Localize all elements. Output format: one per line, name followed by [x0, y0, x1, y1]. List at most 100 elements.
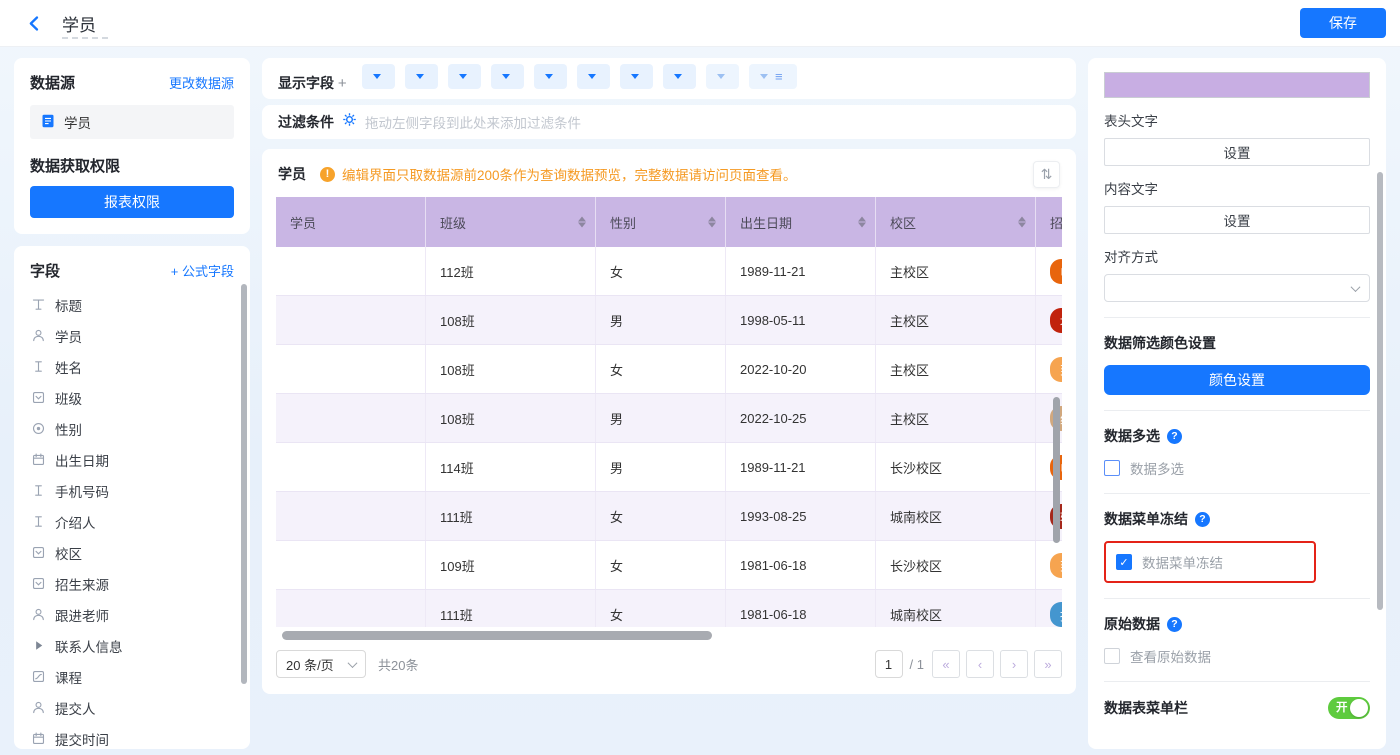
- display-field-tag[interactable]: 出生日期: [491, 64, 524, 89]
- header-text-settings-button[interactable]: 设置: [1104, 138, 1370, 166]
- style-sidebar: 表头文字 设置 内容文字 设置 对齐方式 数据筛选颜色设置 颜色设置 数据多选 …: [1088, 58, 1386, 749]
- table-cell: 男: [596, 296, 726, 344]
- menu-freeze-checkbox[interactable]: ✓ 数据菜单冻结: [1116, 552, 1304, 572]
- multi-select-checkbox[interactable]: 数据多选: [1104, 458, 1370, 478]
- sort-icon[interactable]: [1018, 217, 1026, 228]
- help-icon[interactable]: ?: [1167, 617, 1182, 632]
- table-cell: 城南校区: [876, 492, 1036, 540]
- alignment-select[interactable]: [1104, 274, 1370, 302]
- back-button[interactable]: [26, 13, 46, 33]
- column-header[interactable]: 班级: [426, 197, 596, 247]
- sort-order-button[interactable]: ⇅: [1033, 161, 1060, 188]
- table-cell: 到校: [1036, 345, 1062, 393]
- column-header[interactable]: 出生日期: [726, 197, 876, 247]
- gear-icon[interactable]: [342, 112, 357, 132]
- field-item[interactable]: 课程: [30, 661, 234, 692]
- change-datasource-link[interactable]: 更改数据源: [169, 73, 234, 92]
- divider: [1104, 410, 1370, 411]
- table-cell: 女: [596, 492, 726, 540]
- highlight-annotation: ✓ 数据菜单冻结: [1104, 541, 1316, 583]
- field-item[interactable]: 跟进老师: [30, 599, 234, 630]
- display-field-tag[interactable]: 校区: [534, 64, 567, 89]
- datasource-item[interactable]: 学员: [30, 105, 234, 139]
- header-color-swatch[interactable]: [1104, 72, 1370, 98]
- title-underline: [62, 37, 108, 39]
- sort-icon[interactable]: [858, 217, 866, 228]
- save-button[interactable]: 保存: [1300, 8, 1386, 38]
- pagination-bar: 20 条/页 共20条 1 / 1 «‹›»: [276, 650, 1062, 678]
- field-item-label: 性别: [55, 419, 82, 439]
- field-item[interactable]: 提交时间: [30, 723, 234, 749]
- next-page-button[interactable]: ›: [1000, 650, 1028, 678]
- field-item[interactable]: 联系人信息: [30, 630, 234, 661]
- content-text-settings-button[interactable]: 设置: [1104, 206, 1370, 234]
- horizontal-scrollbar-thumb[interactable]: [282, 631, 712, 640]
- formula-field-link[interactable]: + 公式字段: [171, 261, 234, 280]
- chevron-down-icon: [674, 74, 682, 79]
- page-title: 学员: [62, 16, 96, 35]
- field-item[interactable]: 性别: [30, 413, 234, 444]
- color-settings-button[interactable]: 颜色设置: [1104, 365, 1370, 395]
- display-field-tag[interactable]: 性别: [448, 64, 481, 89]
- horizontal-scrollbar[interactable]: [282, 631, 1056, 640]
- column-header-label: 校区: [890, 213, 916, 232]
- display-field-tag[interactable]: 学员: [362, 64, 395, 89]
- field-item[interactable]: 标题: [30, 289, 234, 320]
- field-item[interactable]: 姓名: [30, 351, 234, 382]
- column-header[interactable]: 校区: [876, 197, 1036, 247]
- sort-icon[interactable]: [578, 217, 586, 228]
- field-item[interactable]: 介绍人: [30, 506, 234, 537]
- chevron-down-icon: [373, 74, 381, 79]
- fields-scrollbar[interactable]: [241, 284, 247, 684]
- table-cell: 地推: [1036, 296, 1062, 344]
- help-icon[interactable]: ?: [1167, 429, 1182, 444]
- field-item[interactable]: 校区: [30, 537, 234, 568]
- field-item[interactable]: 出生日期: [30, 444, 234, 475]
- document-icon: [40, 113, 56, 132]
- page-size-select[interactable]: 20 条/页: [276, 650, 366, 678]
- sort-icon[interactable]: [708, 217, 716, 228]
- filter-hint: 拖动左侧字段到此处来添加过滤条件: [365, 112, 581, 132]
- display-field-tag[interactable]: 跟进老师: [620, 64, 653, 89]
- prev-page-button[interactable]: ‹: [966, 650, 994, 678]
- field-item[interactable]: 招生来源: [30, 568, 234, 599]
- menu-bar-toggle[interactable]: 开: [1328, 697, 1370, 719]
- pager-nav: «‹›»: [932, 650, 1062, 678]
- display-field-tag[interactable]: ≡提交时间: [749, 64, 797, 89]
- table-cell: [276, 541, 426, 589]
- first-page-button[interactable]: «: [932, 650, 960, 678]
- column-header[interactable]: 学员: [276, 197, 426, 247]
- help-icon[interactable]: ?: [1195, 512, 1210, 527]
- toggle-on-label: 开: [1336, 701, 1348, 715]
- column-header[interactable]: 性别: [596, 197, 726, 247]
- add-display-field-button[interactable]: +: [338, 75, 347, 92]
- field-item[interactable]: 班级: [30, 382, 234, 413]
- vertical-scrollbar[interactable]: [1053, 397, 1060, 543]
- page-number-input[interactable]: 1: [875, 650, 903, 678]
- table-cell: 2022-10-20: [726, 345, 876, 393]
- report-permission-button[interactable]: 报表权限: [30, 186, 234, 218]
- display-field-tag[interactable]: 班级: [405, 64, 438, 89]
- chevron-down-icon: [348, 658, 358, 668]
- alignment-label: 对齐方式: [1104, 246, 1370, 266]
- table-cell: 1989-11-21: [726, 247, 876, 295]
- table-cell: 女: [596, 345, 726, 393]
- table-cell: 1981-06-18: [726, 590, 876, 627]
- table-cell: 女: [596, 590, 726, 627]
- style-panel-scrollbar[interactable]: [1377, 172, 1383, 610]
- display-field-tag[interactable]: 招生来源: [577, 64, 610, 89]
- table-cell: [276, 443, 426, 491]
- field-item[interactable]: 学员: [30, 320, 234, 351]
- column-header[interactable]: 招生来源: [1036, 197, 1062, 247]
- display-field-tag[interactable]: 联系人信息: [663, 64, 696, 89]
- field-item[interactable]: 手机号码: [30, 475, 234, 506]
- field-item[interactable]: 提交人: [30, 692, 234, 723]
- topbar: 学员 保存: [0, 0, 1400, 46]
- display-field-tag[interactable]: 课程: [706, 64, 739, 89]
- person-icon: [30, 700, 46, 716]
- table-cell: 男: [596, 443, 726, 491]
- raw-data-checkbox[interactable]: 查看原始数据: [1104, 646, 1370, 666]
- preview-title: 学员: [278, 164, 306, 184]
- warning-text: 编辑界面只取数据源前200条作为查询数据预览，完整数据请访问页面查看。: [342, 164, 797, 184]
- last-page-button[interactable]: »: [1034, 650, 1062, 678]
